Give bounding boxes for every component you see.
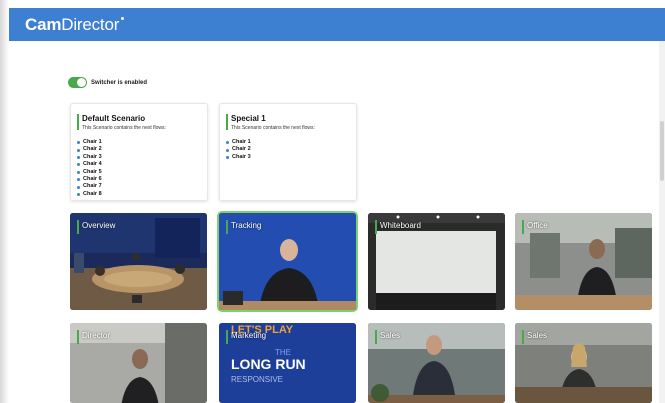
scrollbar-thumb[interactable]: [660, 121, 664, 181]
camdirector-logo[interactable]: CamDirector: [25, 15, 125, 35]
camera-label: Director: [82, 331, 111, 340]
tile-accent-bar: [77, 330, 79, 344]
scenario-card-default[interactable]: Default Scenario This Scenario contains …: [70, 103, 208, 201]
camera-label: Office: [527, 221, 548, 230]
window-edge: [0, 0, 9, 403]
flow-label: Chair 8: [83, 190, 102, 197]
bullet-icon: [226, 156, 229, 160]
camera-tile-sales-2[interactable]: Sales: [515, 323, 652, 403]
bullet-icon: [77, 193, 80, 197]
flow-list: Chair 1 Chair 2 Chair 3: [226, 139, 251, 161]
switcher-toggle[interactable]: [68, 77, 87, 88]
scenario-title: Default Scenario: [82, 114, 146, 123]
card-accent-bar: [226, 114, 228, 130]
list-item: Chair 3: [226, 154, 251, 161]
marketing-overlay-line-4: RESPONSIVE: [231, 375, 284, 384]
list-item: Chair 6: [77, 176, 102, 183]
bullet-icon: [77, 170, 80, 174]
list-item: Chair 7: [77, 183, 102, 190]
logo-text-light: Director: [61, 15, 120, 34]
bullet-icon: [77, 185, 80, 189]
marketing-overlay-line-3: LONG RUN: [231, 356, 306, 372]
flow-list: Chair 1 Chair 2 Chair 3 Chair 4 Chair 5 …: [77, 139, 102, 198]
tile-accent-bar: [226, 330, 228, 344]
scenario-subtitle: This Scenario contains the next flows:: [82, 125, 166, 131]
flow-label: Chair 3: [232, 153, 251, 160]
tile-accent-bar: [375, 220, 377, 234]
camera-tile-whiteboard[interactable]: Whiteboard: [368, 213, 505, 310]
camera-label: Sales: [527, 331, 548, 340]
list-item: Chair 1: [77, 139, 102, 146]
card-accent-bar: [77, 114, 79, 130]
list-item: Chair 1: [226, 139, 251, 146]
header-bar: CamDirector: [9, 8, 665, 41]
switcher-toggle-row: Switcher is enabled: [68, 77, 147, 88]
camera-label: Sales: [380, 331, 401, 340]
list-item: Chair 2: [226, 146, 251, 153]
tile-accent-bar: [522, 220, 524, 234]
camera-tile-tracking[interactable]: Tracking: [219, 213, 356, 310]
camera-tile-director[interactable]: Director: [70, 323, 207, 403]
vertical-scrollbar[interactable]: [659, 41, 665, 403]
toggle-knob: [77, 78, 86, 87]
logo-text-bold: Cam: [25, 15, 62, 34]
list-item: Chair 8: [77, 191, 102, 198]
bullet-icon: [226, 148, 229, 152]
bullet-icon: [226, 141, 229, 145]
bullet-icon: [77, 141, 80, 145]
camera-tile-sales-1[interactable]: Sales: [368, 323, 505, 403]
tile-accent-bar: [226, 220, 228, 234]
tile-accent-bar: [375, 330, 377, 344]
tile-accent-bar: [77, 220, 79, 234]
list-item: Chair 5: [77, 169, 102, 176]
switcher-label: Switcher is enabled: [91, 79, 148, 86]
list-item: Chair 4: [77, 161, 102, 168]
bullet-icon: [77, 178, 80, 182]
flow-label: Chair 5: [83, 168, 102, 175]
bullet-icon: [77, 163, 80, 167]
flow-label: Chair 6: [83, 176, 102, 183]
list-item: Chair 2: [77, 146, 102, 153]
tile-accent-bar: [522, 330, 524, 344]
logo-dot-icon: [121, 17, 125, 20]
camera-tile-office[interactable]: Office: [515, 213, 652, 310]
list-item: Chair 3: [77, 154, 102, 161]
camera-tile-marketing[interactable]: LET'S PLAY THE LONG RUN RESPONSIVE Marke…: [219, 323, 356, 403]
flow-label: Chair 2: [83, 146, 102, 153]
camera-label: Whiteboard: [380, 221, 421, 230]
bullet-icon: [77, 148, 80, 152]
camera-label: Overview: [82, 221, 116, 230]
scenario-subtitle: This Scenario contains the next flows:: [231, 125, 315, 131]
flow-label: Chair 7: [83, 183, 102, 190]
flow-label: Chair 1: [83, 139, 102, 145]
flow-label: Chair 3: [83, 153, 102, 160]
camera-label: Tracking: [231, 221, 262, 230]
flow-label: Chair 1: [232, 139, 251, 145]
flow-label: Chair 4: [83, 161, 102, 168]
flow-label: Chair 2: [232, 146, 251, 153]
app-window: CamDirector Switcher is enabled Default …: [0, 0, 665, 403]
scenario-title: Special 1: [231, 114, 266, 123]
camera-tile-overview[interactable]: Overview: [70, 213, 207, 310]
scenario-card-special-1[interactable]: Special 1 This Scenario contains the nex…: [219, 103, 357, 201]
bullet-icon: [77, 156, 80, 160]
camera-label: Marketing: [231, 331, 267, 340]
